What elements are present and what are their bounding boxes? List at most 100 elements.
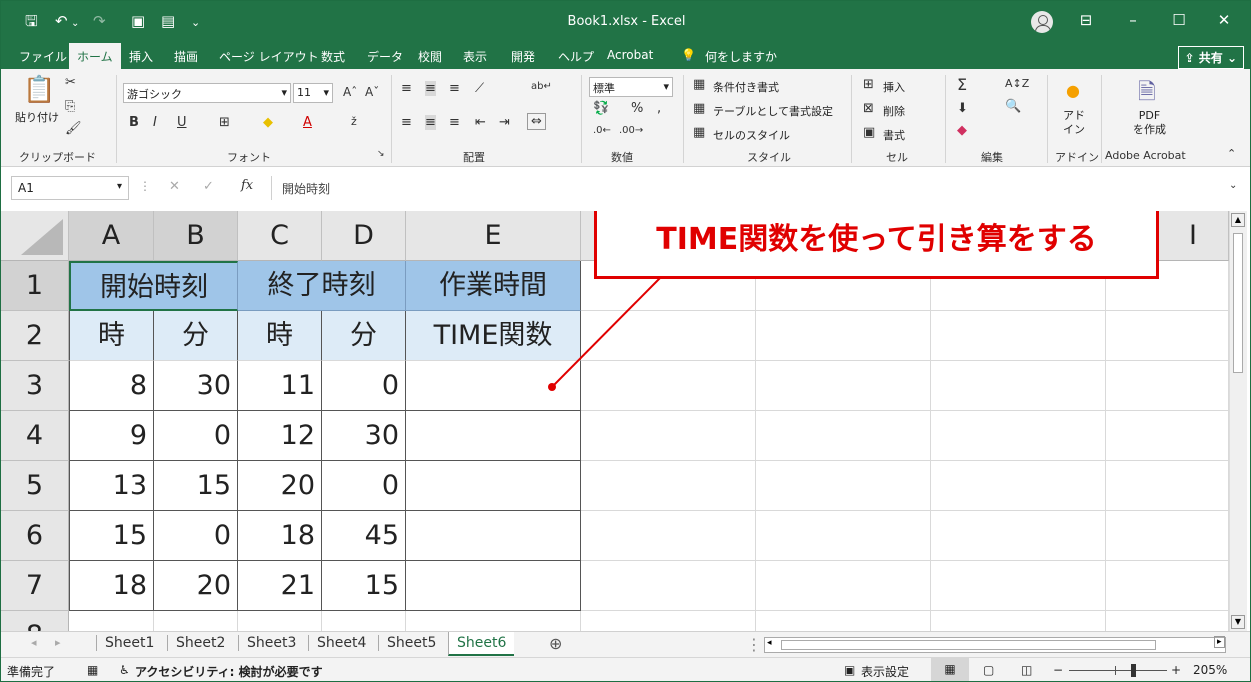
- currency-icon[interactable]: 💱: [593, 101, 609, 116]
- align-center-icon[interactable]: ≡: [425, 115, 436, 130]
- vertical-scrollbar[interactable]: ▲ ▼: [1229, 211, 1247, 631]
- borders-icon[interactable]: ⊞: [219, 115, 230, 130]
- scroll-thumb[interactable]: [1233, 233, 1243, 373]
- delete-cells-button[interactable]: 削除: [883, 103, 905, 119]
- page-layout-view-icon[interactable]: ▢: [983, 663, 994, 677]
- percent-icon[interactable]: %: [631, 101, 643, 116]
- sheet-tab-5[interactable]: Sheet5: [378, 635, 444, 651]
- zoom-level[interactable]: 205%: [1193, 663, 1227, 677]
- fill-icon[interactable]: ⬇: [957, 101, 968, 116]
- zoom-in-icon[interactable]: +: [1171, 663, 1181, 677]
- font-color-icon[interactable]: A: [303, 115, 312, 130]
- orientation-icon[interactable]: ⟋: [475, 81, 484, 96]
- tab-data[interactable]: データ: [367, 48, 403, 65]
- tab-view[interactable]: 表示: [463, 48, 487, 65]
- increase-decimal-icon[interactable]: .0←: [593, 125, 611, 136]
- paste-label[interactable]: 貼り付け: [15, 109, 59, 125]
- cut-icon[interactable]: ✂: [65, 75, 76, 90]
- macro-record-icon[interactable]: ▦: [87, 663, 98, 677]
- name-box[interactable]: A1 ▾: [11, 176, 129, 200]
- prev-sheet-icon[interactable]: ◂: [31, 636, 37, 649]
- collapse-ribbon-icon[interactable]: ⌃: [1227, 147, 1236, 160]
- maximize-icon[interactable]: ☐: [1164, 11, 1194, 29]
- next-sheet-icon[interactable]: ▸: [55, 636, 61, 649]
- shrink-font-icon[interactable]: Aˇ: [365, 85, 379, 99]
- decrease-decimal-icon[interactable]: .00→: [619, 125, 643, 136]
- sheet-tab-2[interactable]: Sheet2: [167, 635, 233, 651]
- tab-developer[interactable]: 開発: [511, 48, 535, 65]
- ribbon-display-icon[interactable]: ⊟: [1071, 11, 1101, 29]
- paste-icon[interactable]: 📋: [23, 75, 55, 105]
- page-break-view-icon[interactable]: ◫: [1021, 663, 1032, 677]
- copy-icon[interactable]: ⎘: [65, 99, 75, 114]
- italic-icon[interactable]: I: [153, 115, 157, 130]
- format-painter-icon[interactable]: 🖌: [65, 121, 82, 136]
- pdf-icon[interactable]: 🗎: [1138, 75, 1156, 113]
- tab-home[interactable]: ホーム: [69, 43, 121, 69]
- tab-acrobat[interactable]: Acrobat: [607, 48, 653, 62]
- sheet-tab-6[interactable]: Sheet6: [448, 632, 515, 656]
- cancel-icon[interactable]: ✕: [169, 179, 180, 194]
- enter-icon[interactable]: ✓: [203, 179, 214, 194]
- expand-formula-icon[interactable]: ⌄: [1229, 180, 1237, 191]
- sheet-tab-3[interactable]: Sheet3: [238, 635, 304, 651]
- dialog-launcher-icon[interactable]: ↘: [377, 149, 385, 159]
- hscroll-thumb[interactable]: [781, 640, 1156, 650]
- add-sheet-icon[interactable]: ⊕: [549, 634, 562, 653]
- scroll-right-icon[interactable]: ▸: [1214, 636, 1225, 648]
- tab-file[interactable]: ファイル: [19, 48, 67, 65]
- splitter-icon[interactable]: ⋮: [746, 635, 762, 654]
- cell-styles-button[interactable]: セルのスタイル: [713, 127, 790, 143]
- increase-indent-icon[interactable]: ⇥: [499, 115, 510, 130]
- underline-icon[interactable]: U: [177, 115, 187, 130]
- sheet-tab-4[interactable]: Sheet4: [308, 635, 374, 651]
- tab-page-layout[interactable]: ページ レイアウト: [219, 48, 319, 65]
- number-format-select[interactable]: 標準 ▾: [589, 77, 673, 97]
- align-right-icon[interactable]: ≡: [449, 115, 460, 130]
- tab-insert[interactable]: 挿入: [129, 48, 153, 65]
- scroll-up-icon[interactable]: ▲: [1231, 213, 1245, 227]
- zoom-slider[interactable]: [1069, 670, 1167, 671]
- sort-filter-icon[interactable]: A↕Z: [1005, 77, 1029, 90]
- addin-icon[interactable]: ●: [1066, 81, 1080, 100]
- tell-me-search[interactable]: 何をしますか: [705, 48, 777, 65]
- phonetic-icon[interactable]: ž: [351, 115, 357, 128]
- horizontal-scrollbar[interactable]: ◂: [764, 637, 1226, 653]
- clear-icon[interactable]: ◆: [957, 123, 967, 138]
- font-size-select[interactable]: 11 ▾: [293, 83, 333, 103]
- wrap-text-icon[interactable]: ab↵: [531, 81, 552, 92]
- align-bottom-icon[interactable]: ≡: [449, 81, 460, 96]
- grow-font-icon[interactable]: Aˆ: [343, 85, 357, 99]
- decrease-indent-icon[interactable]: ⇤: [475, 115, 486, 130]
- align-left-icon[interactable]: ≡: [401, 115, 412, 130]
- normal-view-icon[interactable]: ▦: [931, 658, 969, 681]
- display-settings-button[interactable]: 表示設定: [861, 663, 909, 680]
- accessibility-status[interactable]: アクセシビリティ: 検討が必要です: [135, 663, 323, 680]
- merge-center-icon[interactable]: ⇔: [527, 113, 546, 130]
- insert-function-icon[interactable]: fx: [241, 178, 253, 193]
- conditional-format-button[interactable]: 条件付き書式: [713, 79, 779, 95]
- format-cells-button[interactable]: 書式: [883, 127, 905, 143]
- comma-icon[interactable]: ,: [657, 101, 661, 116]
- minimize-icon[interactable]: –: [1118, 11, 1148, 29]
- share-button[interactable]: ⇪ 共有 ⌄: [1177, 46, 1244, 69]
- align-middle-icon[interactable]: ≡: [425, 81, 436, 96]
- tab-help[interactable]: ヘルプ: [558, 48, 594, 65]
- addin-button[interactable]: アド イン: [1063, 109, 1085, 137]
- insert-cells-button[interactable]: 挿入: [883, 79, 905, 95]
- align-top-icon[interactable]: ≡: [401, 81, 412, 96]
- sheet-tab-1[interactable]: Sheet1: [96, 635, 162, 651]
- tab-review[interactable]: 校閲: [418, 48, 442, 65]
- find-icon[interactable]: 🔍: [1005, 99, 1021, 114]
- fill-color-icon[interactable]: ◆: [263, 115, 273, 130]
- formula-input[interactable]: 開始時刻: [271, 176, 1246, 200]
- zoom-slider-thumb[interactable]: [1131, 664, 1136, 677]
- tab-formulas[interactable]: 数式: [321, 48, 345, 65]
- create-pdf-button[interactable]: PDF を作成: [1133, 109, 1166, 137]
- scroll-down-icon[interactable]: ▼: [1231, 615, 1245, 629]
- close-icon[interactable]: ✕: [1209, 11, 1239, 29]
- user-avatar-icon[interactable]: [1031, 11, 1053, 33]
- autosum-icon[interactable]: Σ: [957, 75, 967, 94]
- scroll-left-icon[interactable]: ◂: [767, 638, 772, 648]
- font-name-select[interactable]: 游ゴシック ▾: [123, 83, 291, 103]
